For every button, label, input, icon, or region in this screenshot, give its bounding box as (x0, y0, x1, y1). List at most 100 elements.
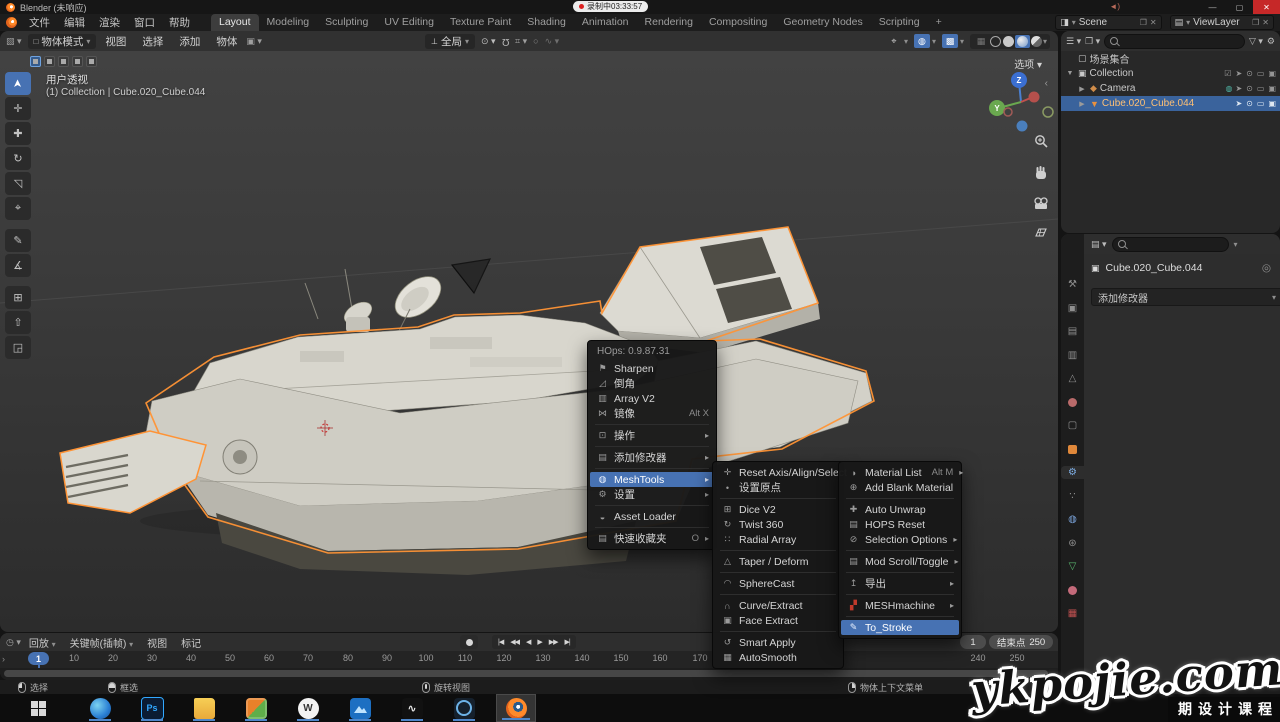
ortho-grid-button[interactable] (1030, 221, 1052, 243)
tab-geometry-nodes[interactable]: Geometry Nodes (775, 14, 870, 31)
mode-dropdown[interactable]: □ 物体模式 ▾ (28, 34, 97, 49)
move-tool[interactable]: ✚ (5, 122, 31, 145)
mesh-item-autosmooth[interactable]: ▦AutoSmooth (713, 650, 843, 665)
hops-item-quick-favorites[interactable]: ▤快速收藏夹O▸ (588, 531, 716, 546)
axis-z-neg-handle[interactable] (1017, 121, 1028, 132)
copy-icon[interactable]: ❐ (1140, 18, 1147, 27)
minimize-button[interactable]: — (1199, 0, 1226, 14)
select-mode-new[interactable] (30, 56, 41, 67)
edge-taskbar-icon[interactable] (80, 694, 120, 722)
disable-render-icon[interactable]: ▣ (1268, 69, 1276, 78)
design-app-taskbar-icon[interactable] (236, 694, 276, 722)
current-frame-field[interactable]: 1 (960, 635, 986, 649)
material-tab[interactable] (1063, 584, 1082, 597)
menu-select[interactable]: 选择 (135, 34, 170, 49)
add-cube-tool[interactable]: ⊞ (5, 286, 31, 309)
mode-extras-dropdown[interactable]: ▣ ▾ (246, 36, 262, 47)
modifiers-tab[interactable]: ⚙ (1061, 466, 1084, 479)
mesh-item-taper-deform[interactable]: △Taper / Deform (713, 554, 843, 569)
material-preview-button[interactable] (1015, 35, 1030, 48)
menu-file[interactable]: 文件 (22, 15, 57, 30)
scene-collection-row[interactable]: ▢ 场景集合 (1061, 51, 1280, 66)
region-expand-arrow[interactable]: › (2, 654, 5, 664)
play-button[interactable]: ▶ (534, 638, 544, 646)
tab-modeling[interactable]: Modeling (259, 14, 318, 31)
photos-taskbar-icon[interactable] (340, 694, 380, 722)
blender-taskbar-icon[interactable] (496, 694, 536, 722)
tab-sculpting[interactable]: Sculpting (317, 14, 376, 31)
disclosure-triangle-icon[interactable]: ▼ (1065, 70, 1075, 77)
tools-item-add-blank-material[interactable]: ⊕Add Blank Material (839, 480, 961, 495)
tools-item-hops-reset[interactable]: ▤HOPS Reset (839, 517, 961, 532)
editor-type-dropdown[interactable]: ☰ ▾ (1066, 36, 1081, 47)
collection-tab[interactable]: ▢ (1063, 419, 1082, 432)
tab-layout[interactable]: Layout (211, 14, 259, 31)
hops-item-settings[interactable]: ⚙设置▸ (588, 487, 716, 502)
axis-x-handle[interactable] (1029, 92, 1040, 103)
keying-menu[interactable]: 关键帧(插帧) ▾ (64, 635, 139, 650)
mesh-item-smart-apply[interactable]: ↺Smart Apply (713, 635, 843, 650)
hide-viewport-icon[interactable]: ⊙ (1246, 99, 1253, 108)
disclosure-triangle-icon[interactable]: ▶ (1077, 85, 1087, 93)
mesh-item-radial-array[interactable]: ∷Radial Array (713, 532, 843, 547)
close-icon[interactable]: ✕ (1150, 18, 1157, 27)
tab-shading[interactable]: Shading (519, 14, 574, 31)
pan-hand-button[interactable] (1030, 161, 1052, 183)
outliner-options-icon[interactable]: ⚙ (1267, 36, 1275, 47)
snap-target-dropdown[interactable]: ⌗ ▾ (515, 36, 527, 47)
playhead[interactable]: 1 (28, 652, 49, 665)
tools-item-material-list[interactable]: ◑Material ListAlt M▸ (839, 465, 961, 480)
camera-view-button[interactable] (1030, 192, 1052, 214)
gizmo-dropdown[interactable]: ⌖▾ (886, 34, 908, 48)
tab-uv-editing[interactable]: UV Editing (376, 14, 442, 31)
proportional-falloff-dropdown[interactable]: ∿ ▾ (545, 36, 560, 47)
camera-object[interactable] (452, 259, 490, 293)
select-mode-extend[interactable] (44, 56, 55, 67)
texture-tab[interactable]: ▦ (1063, 607, 1082, 620)
scale-tool[interactable]: ◹ (5, 172, 31, 195)
select-mode-subtract[interactable] (58, 56, 69, 67)
output-tab[interactable]: ▤ (1063, 325, 1082, 338)
disclosure-triangle-icon[interactable]: ▶ (1077, 100, 1087, 108)
world-tab[interactable] (1063, 396, 1082, 409)
mesh-item-twist-360[interactable]: ↻Twist 360 (713, 517, 843, 532)
tab-texture-paint[interactable]: Texture Paint (442, 14, 519, 31)
scene-selector[interactable]: ◨ ▾ Scene ❐ ✕ (1055, 15, 1161, 30)
disable-viewport-icon[interactable]: ▭ (1257, 69, 1265, 78)
disable-viewport-icon[interactable]: ▭ (1257, 84, 1265, 93)
pin-icon[interactable]: ◎ (1262, 262, 1271, 274)
selectable-icon[interactable]: ➤ (1235, 84, 1242, 93)
cursor-tool[interactable]: ✛ (5, 97, 31, 120)
tool-tab[interactable]: ⚒ (1063, 278, 1082, 291)
copy-icon[interactable]: ❐ (1252, 18, 1259, 27)
select-box-tool[interactable]: ➤ (5, 72, 31, 95)
measure-tool[interactable]: ∡ (5, 254, 31, 277)
marker-menu[interactable]: 标记 (175, 635, 207, 650)
properties-search-input[interactable] (1112, 237, 1229, 252)
editor-type-dropdown[interactable]: ▤ ▾ (1091, 239, 1107, 250)
tab-compositing[interactable]: Compositing (701, 14, 775, 31)
mesh-item-set-origin[interactable]: •设置原点 (713, 480, 843, 495)
viewlayer-selector[interactable]: ▤ ▾ ViewLayer ❐ ✕ (1170, 15, 1274, 30)
zoom-button[interactable] (1030, 130, 1052, 152)
hops-item-mirror[interactable]: ⋈镜像Alt X (588, 406, 716, 421)
play-reverse-button[interactable]: ◀ (523, 638, 533, 646)
circle-app-taskbar-icon[interactable] (444, 694, 484, 722)
w-app-taskbar-icon[interactable]: W (288, 694, 328, 722)
tools-item-to-stroke[interactable]: ✎To_Stroke (841, 620, 959, 635)
add-modifier-dropdown[interactable]: 添加修改器 ▾ (1091, 288, 1280, 306)
editor-type-dropdown[interactable]: ◷ ▾ (6, 637, 21, 648)
render-tab[interactable]: ▣ (1063, 302, 1082, 315)
camera-row[interactable]: ▶ ◆ Camera ◍ ➤ ⊙ ▭ ▣ (1061, 81, 1280, 96)
mesh-item-face-extract[interactable]: ▣Face Extract (713, 613, 843, 628)
selectable-icon[interactable]: ➤ (1235, 69, 1242, 78)
data-tab[interactable]: ▽ (1063, 560, 1082, 573)
menu-view[interactable]: 视图 (98, 34, 133, 49)
tab-scripting[interactable]: Scripting (871, 14, 928, 31)
hops-item-array-v2[interactable]: ▥Array V2 (588, 391, 716, 406)
playback-menu[interactable]: 回放 ▾ (23, 635, 62, 650)
tools-item-selection-options[interactable]: ⊘Selection Options▸ (839, 532, 961, 547)
extrude-tool[interactable]: ⇧ (5, 311, 31, 334)
mesh-item-reset-axis[interactable]: ✛Reset Axis/Align/Select (713, 465, 843, 480)
select-mode-intersect[interactable] (86, 56, 97, 67)
